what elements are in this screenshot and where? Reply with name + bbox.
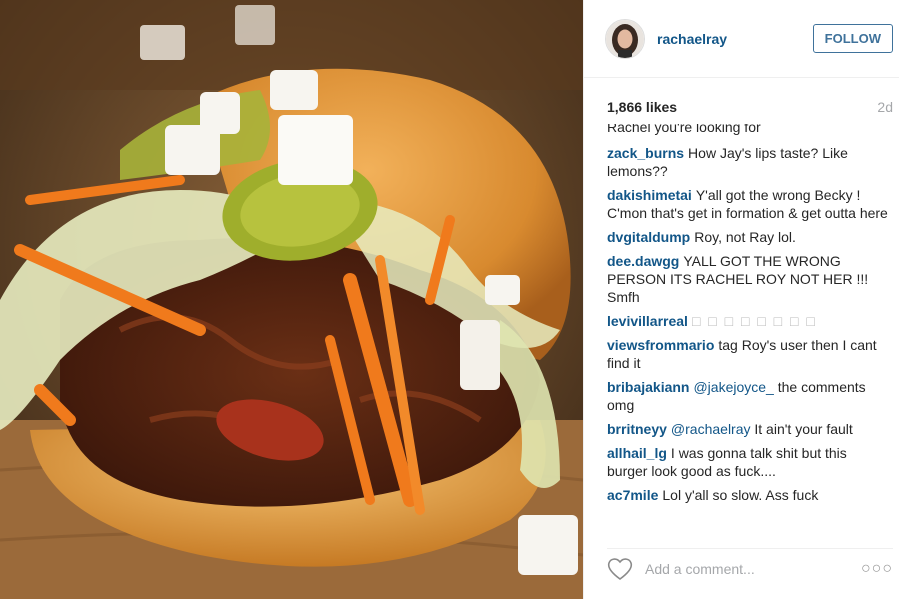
post-header: rachaelray FOLLOW <box>584 0 899 78</box>
post-photo[interactable] <box>0 0 583 599</box>
comment-username[interactable]: allhail_lg <box>607 445 667 461</box>
comment-item: levivillarreal □ □ □ □ □ □ □ □ <box>607 312 889 330</box>
comment-username[interactable]: dvgitaldump <box>607 229 690 245</box>
comment-text: Rachel you're looking for <box>607 124 761 135</box>
post-meta: 1,866 likes 2d <box>584 78 899 115</box>
comment-text: It ain't your fault <box>754 421 853 437</box>
heart-outline-icon[interactable] <box>607 557 633 581</box>
avatar[interactable] <box>605 18 645 59</box>
comment-username[interactable]: levivillarreal <box>607 313 688 329</box>
more-options-icon[interactable]: ○○○ <box>861 560 893 578</box>
partial-comment: Rachel you're looking for <box>607 124 889 136</box>
comment-text: Roy, not Ray lol. <box>694 229 796 245</box>
comment-username[interactable]: bribajakiann <box>607 379 689 395</box>
comment-item: allhail_lg I was gonna talk shit but this… <box>607 444 889 480</box>
comment-username[interactable]: brritneyy <box>607 421 667 437</box>
comment-item: ac7mile Lol y'all so slow. Ass fuck <box>607 486 889 504</box>
comment-item: dvgitaldump Roy, not Ray lol. <box>607 228 889 246</box>
comments-list[interactable]: Rachel you're looking for zack_burns How … <box>607 124 889 534</box>
likes-count[interactable]: 1,866 likes <box>607 99 677 115</box>
comment-bar: Add a comment... ○○○ <box>607 548 893 589</box>
comment-username[interactable]: dee.dawgg <box>607 253 679 269</box>
post-details-panel: rachaelray FOLLOW 1,866 likes 2d Rachel … <box>583 0 899 599</box>
comment-item: bribajakiann @jakejoyce_ the comments omg <box>607 378 889 414</box>
comment-mention[interactable]: @rachaelray <box>671 421 751 437</box>
comment-text: Lol y'all so slow. Ass fuck <box>662 487 819 503</box>
comment-item: dakishimetai Y'all got the wrong Becky ! … <box>607 186 889 222</box>
comment-item: zack_burns How Jay's lips taste? Like lem… <box>607 144 889 180</box>
username-link[interactable]: rachaelray <box>657 31 813 47</box>
comment-username[interactable]: dakishimetai <box>607 187 692 203</box>
comment-item: dee.dawgg YALL GOT THE WRONG PERSON ITS R… <box>607 252 889 306</box>
comment-username[interactable]: zack_burns <box>607 145 684 161</box>
post-age[interactable]: 2d <box>877 99 893 115</box>
follow-button[interactable]: FOLLOW <box>812 24 893 53</box>
comment-text: □ □ □ □ □ □ □ □ <box>691 313 817 329</box>
comment-item: viewsfrommario tag Roy's user then I cant… <box>607 336 889 372</box>
comment-item: brritneyy @rachaelray It ain't your fault <box>607 420 889 438</box>
comment-username[interactable]: ac7mile <box>607 487 658 503</box>
sandwich-image <box>0 0 583 599</box>
instagram-post: rachaelray FOLLOW 1,866 likes 2d Rachel … <box>0 0 899 599</box>
comment-mention[interactable]: @jakejoyce_ <box>693 379 773 395</box>
add-comment-input[interactable]: Add a comment... <box>645 561 861 577</box>
comment-username[interactable]: viewsfrommario <box>607 337 714 353</box>
